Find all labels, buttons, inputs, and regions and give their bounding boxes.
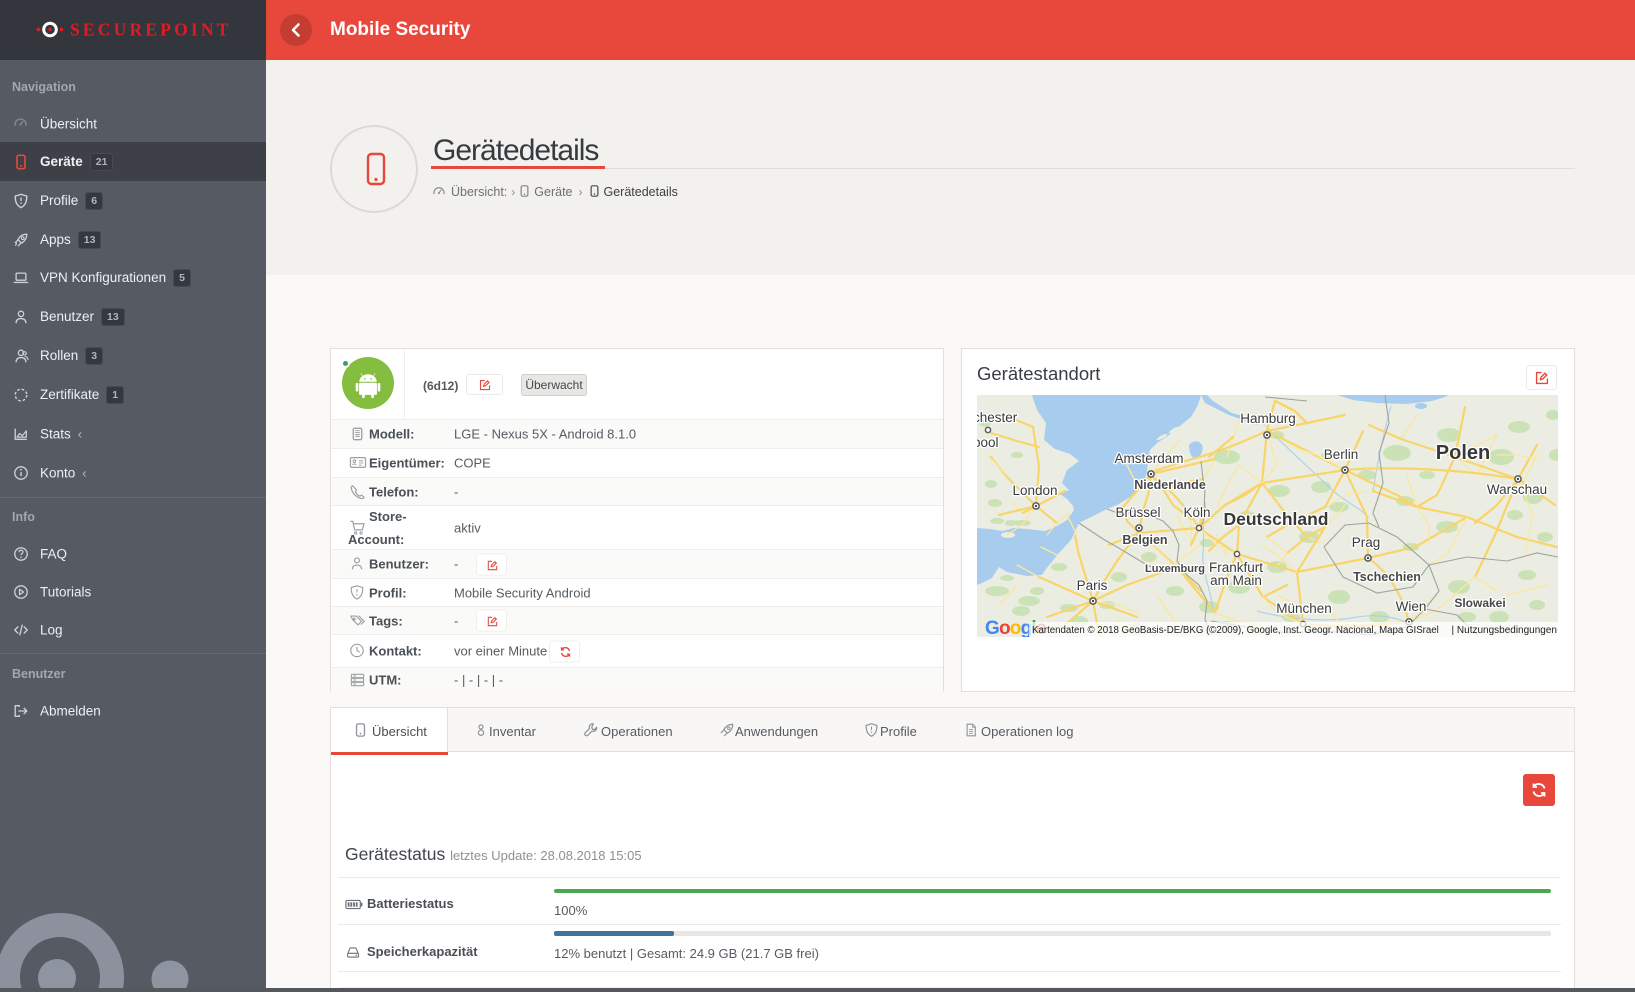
svg-text:Warschau: Warschau [1487, 482, 1547, 497]
svg-text:Brüssel: Brüssel [1115, 505, 1160, 520]
svg-text:Slowakei: Slowakei [1454, 596, 1505, 610]
svg-text:Amsterdam: Amsterdam [1114, 451, 1183, 466]
svg-text:München: München [1276, 601, 1332, 616]
svg-text:am Main: am Main [1210, 573, 1262, 588]
svg-text:Tschechien: Tschechien [1353, 570, 1421, 584]
svg-text:Deutschland: Deutschland [1223, 509, 1328, 529]
svg-text:pool: pool [977, 435, 999, 450]
svg-text:Paris: Paris [1077, 578, 1108, 593]
svg-text:chester: chester [977, 410, 1018, 425]
svg-text:London: London [1012, 483, 1057, 498]
svg-text:Niederlande: Niederlande [1134, 478, 1206, 492]
svg-text:Hamburg: Hamburg [1240, 411, 1296, 426]
svg-text:Belgien: Belgien [1122, 533, 1167, 547]
svg-text:Polen: Polen [1436, 442, 1490, 464]
svg-text:Köln: Köln [1183, 505, 1210, 520]
svg-text:Wien: Wien [1396, 599, 1427, 614]
svg-text:SECUREPOINT: SECUREPOINT [70, 20, 232, 40]
svg-text:Luxemburg: Luxemburg [1145, 563, 1205, 575]
svg-text:| Nutzungsbedingungen: | Nutzungsbedingungen [1452, 625, 1557, 636]
svg-text:Kartendaten © 2018 GeoBasis-DE: Kartendaten © 2018 GeoBasis-DE/BKG (©200… [1032, 625, 1439, 636]
svg-text:Prag: Prag [1352, 535, 1381, 550]
svg-text:Berlin: Berlin [1324, 447, 1359, 462]
